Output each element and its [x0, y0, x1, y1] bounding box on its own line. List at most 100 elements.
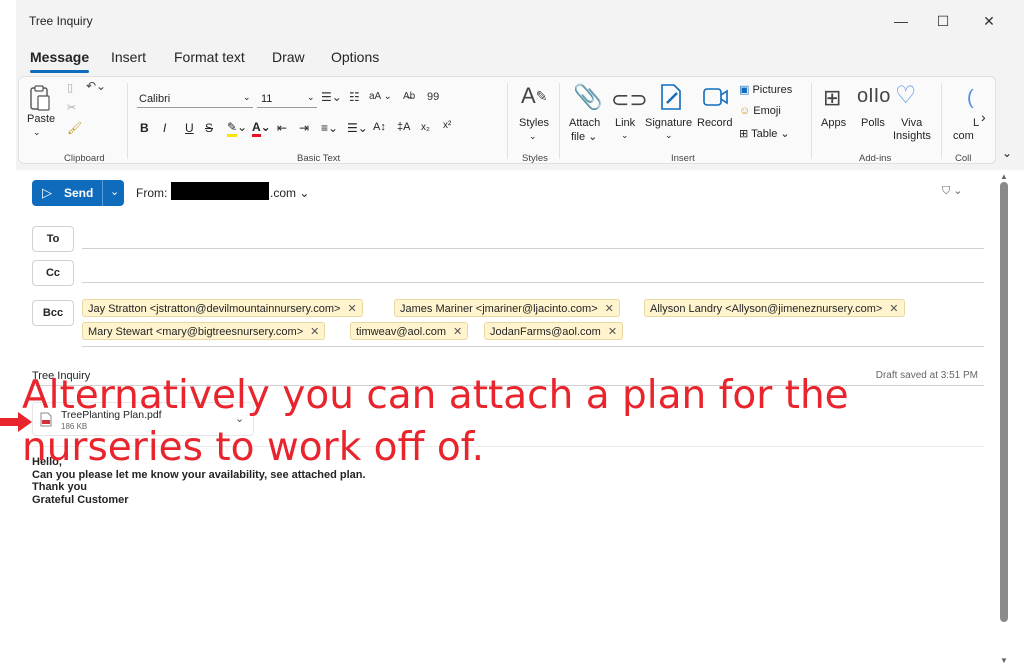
divider: [102, 180, 103, 206]
highlight-icon[interactable]: ✎⌄: [227, 120, 247, 137]
viva-insights-icon[interactable]: ♡: [895, 81, 917, 110]
viva-label[interactable]: Viva: [901, 117, 922, 129]
overflow-label-2[interactable]: com: [953, 130, 974, 142]
recipient-chip[interactable]: Jay Stratton <jstratton@devilmountainnur…: [82, 299, 363, 317]
minimize-button[interactable]: —: [878, 0, 924, 42]
apps-icon[interactable]: ⊞: [823, 85, 841, 111]
link-icon[interactable]: ⊂⊃: [611, 87, 648, 113]
from-label: From:: [136, 186, 168, 200]
scroll-down-icon[interactable]: ▼: [1000, 656, 1008, 665]
scroll-up-icon[interactable]: ▲: [1000, 172, 1008, 181]
bold-icon[interactable]: B: [140, 121, 149, 135]
format-painter-icon[interactable]: 🖌: [67, 121, 82, 135]
ribbon-expand-icon[interactable]: ⌄: [1002, 146, 1012, 160]
record-icon[interactable]: [703, 87, 729, 107]
ribbon-scroll-right-icon[interactable]: ›: [981, 109, 986, 125]
chevron-down-icon[interactable]: ⌄: [110, 185, 119, 198]
tab-message[interactable]: Message: [30, 49, 90, 73]
viva-insights-label[interactable]: Insights: [893, 130, 931, 142]
line-spacing-icon[interactable]: ☰⌄: [347, 121, 368, 135]
attach-label[interactable]: Attach: [569, 117, 600, 129]
recipient-chip[interactable]: Allyson Landry <Allyson@jimeneznursery.c…: [644, 299, 905, 317]
styles-group-label: Styles: [522, 153, 548, 164]
recipient-chip[interactable]: James Mariner <jmariner@ljacinto.com> ✕: [394, 299, 620, 317]
bcc-field[interactable]: [82, 346, 984, 347]
tab-insert[interactable]: Insert: [111, 49, 146, 65]
remove-recipient-icon: ✕: [607, 326, 618, 338]
annotation-line: nurseries to work off of.: [22, 425, 484, 470]
collab-group-label: Coll: [955, 153, 972, 164]
superscript-icon[interactable]: x²: [443, 120, 451, 131]
styles-icon[interactable]: A ✎: [521, 83, 547, 109]
styles-label[interactable]: Styles: [519, 117, 549, 129]
chevron-down-icon[interactable]: ⌄: [665, 130, 673, 141]
polls-icon[interactable]: oIIo: [857, 85, 890, 108]
recipient-chip[interactable]: timweav@aol.com ✕: [350, 322, 469, 340]
overflow-label[interactable]: L: [973, 117, 979, 129]
ltr-icon[interactable]: A↕: [373, 121, 386, 133]
to-field[interactable]: [82, 248, 984, 249]
undo-icon[interactable]: ↶⌄: [86, 79, 106, 93]
numbering-icon[interactable]: ☷: [349, 90, 360, 104]
italic-icon[interactable]: I: [163, 121, 166, 135]
body-line: Grateful Customer: [32, 493, 129, 506]
quote-icon[interactable]: 99: [427, 91, 439, 103]
tab-format-text[interactable]: Format text: [174, 49, 245, 65]
rtl-icon[interactable]: ‡A: [397, 121, 410, 133]
font-name-select[interactable]: Calibri ⌄: [137, 90, 253, 108]
remove-recipient-icon: ✕: [453, 326, 463, 338]
polls-label[interactable]: Polls: [861, 117, 885, 129]
cc-button[interactable]: Cc: [32, 260, 74, 286]
send-button[interactable]: ▷ Send ⌄: [32, 180, 124, 206]
cc-field[interactable]: [82, 282, 984, 283]
apps-label[interactable]: Apps: [821, 117, 846, 129]
collaborate-icon[interactable]: (: [967, 87, 974, 110]
underline-icon[interactable]: U: [185, 121, 194, 135]
strikethrough-icon[interactable]: S: [205, 121, 213, 135]
clear-format-icon[interactable]: A̶b: [403, 91, 415, 102]
chevron-down-icon[interactable]: ⌄: [621, 130, 629, 141]
record-label[interactable]: Record: [697, 117, 732, 129]
font-size-select[interactable]: 11 ⌄: [257, 90, 317, 108]
font-color-icon[interactable]: A⌄: [252, 120, 271, 137]
bullets-icon[interactable]: ☰⌄: [321, 90, 342, 104]
signature-label[interactable]: Signature: [645, 117, 692, 129]
signature-icon[interactable]: [659, 83, 683, 111]
emoji-button[interactable]: ☺ Emoji: [739, 105, 781, 117]
divider: [559, 83, 560, 159]
paste-icon[interactable]: [27, 83, 53, 113]
tab-options[interactable]: Options: [331, 49, 379, 65]
cut-icon[interactable]: ✂: [67, 101, 76, 114]
chevron-down-icon[interactable]: ⌄: [529, 131, 537, 142]
from-domain[interactable]: .com ⌄: [270, 186, 309, 200]
outdent-icon[interactable]: ⇤: [277, 121, 287, 135]
bcc-button[interactable]: Bcc: [32, 300, 74, 326]
sensitivity-icon[interactable]: ⛉ ⌄: [942, 184, 963, 198]
body-line: Thank you: [32, 481, 88, 493]
subscript-icon[interactable]: x₂: [421, 122, 430, 133]
maximize-button[interactable]: ☐: [920, 0, 966, 42]
close-button[interactable]: ✕: [966, 0, 1012, 42]
recipient-chip[interactable]: JodanFarms@aol.com ✕: [484, 322, 624, 340]
to-button[interactable]: To: [32, 226, 74, 252]
recipient-chip[interactable]: Mary Stewart <mary@bigtreesnursery.com> ✕: [82, 322, 326, 340]
paste-chevron-icon[interactable]: ⌄: [33, 127, 41, 138]
paste-label[interactable]: Paste: [27, 113, 55, 125]
scrollbar[interactable]: [1000, 182, 1008, 622]
copy-icon[interactable]: ▯: [67, 81, 73, 94]
annotation-text: Alternatively you can attach a plan for …: [22, 370, 849, 474]
divider: [941, 83, 942, 159]
pictures-button[interactable]: ▣ Pictures: [739, 83, 792, 96]
align-icon[interactable]: ≡⌄: [321, 121, 338, 135]
tab-draw[interactable]: Draw: [272, 49, 305, 65]
link-label[interactable]: Link: [615, 117, 635, 129]
indent-icon[interactable]: ⇥: [299, 121, 309, 135]
addins-group-label: Add-ins: [859, 153, 892, 164]
basic-text-group-label: Basic Text: [297, 153, 341, 164]
divider: [127, 83, 128, 159]
paperclip-icon[interactable]: 📎: [573, 83, 603, 112]
ribbon-tabs: Message Insert Format text Draw Options: [16, 42, 1024, 74]
table-button[interactable]: ⊞ Table ⌄: [739, 127, 790, 140]
attach-file-label[interactable]: file ⌄: [571, 130, 597, 143]
change-case-icon[interactable]: aA ⌄: [369, 91, 392, 102]
